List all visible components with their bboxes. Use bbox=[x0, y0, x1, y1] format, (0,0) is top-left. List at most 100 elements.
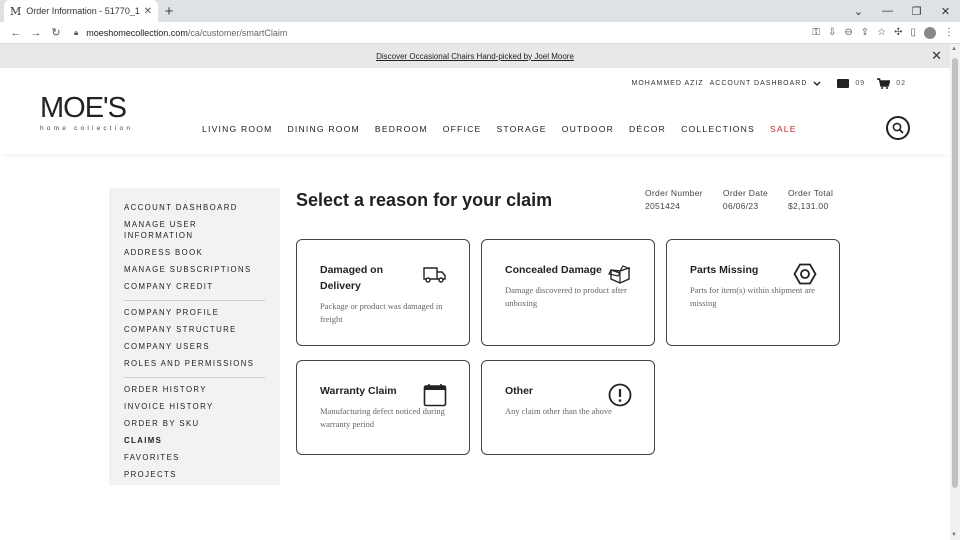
nav-decor[interactable]: DÉCOR bbox=[629, 124, 666, 134]
hex-nut-icon bbox=[793, 263, 817, 285]
sidebar-item-company-credit[interactable]: COMPANY CREDIT bbox=[124, 281, 265, 292]
nav-outdoor[interactable]: OUTDOOR bbox=[562, 124, 614, 134]
sidepanel-icon[interactable]: ▯ bbox=[910, 27, 916, 38]
account-sidebar: ACCOUNT DASHBOARD MANAGE USER INFORMATIO… bbox=[109, 188, 280, 485]
window-controls: ⌄ — ❐ ✕ bbox=[844, 0, 960, 22]
web-page: Discover Occasional Chairs Hand-picked b… bbox=[0, 44, 950, 540]
sidebar-item-projects[interactable]: PROJECTS bbox=[124, 469, 265, 480]
promo-link[interactable]: Discover Occasional Chairs Hand-picked b… bbox=[376, 52, 574, 61]
claim-card-description: Package or product was damaged in freigh… bbox=[320, 301, 443, 324]
profile-avatar[interactable] bbox=[924, 26, 936, 39]
nav-sale[interactable]: SALE bbox=[770, 124, 797, 134]
nav-storage[interactable]: STORAGE bbox=[496, 124, 546, 134]
sidebar-item-manage-user-information[interactable]: MANAGE USER INFORMATION bbox=[124, 219, 224, 241]
claim-card-other[interactable]: Other Any claim other than the above bbox=[481, 360, 655, 455]
page-scrollbar[interactable]: ▲ ▼ bbox=[950, 44, 960, 540]
claim-card-title: Other bbox=[505, 385, 534, 397]
sidebar-item-company-structure[interactable]: COMPANY STRUCTURE bbox=[124, 324, 265, 335]
extensions-icon[interactable]: ✣ bbox=[894, 27, 902, 38]
user-name: MOHAMMED AZIZ bbox=[631, 80, 704, 87]
menu-kebab-icon[interactable]: ⋮ bbox=[944, 27, 954, 38]
bookmark-star-icon[interactable]: ☆ bbox=[877, 27, 886, 38]
install-icon[interactable]: ⇩ bbox=[828, 27, 836, 38]
claim-card-parts-missing[interactable]: Parts Missing Parts for item(s) within s… bbox=[666, 239, 840, 346]
sidebar-item-account-dashboard[interactable]: ACCOUNT DASHBOARD bbox=[124, 202, 265, 213]
site-logo[interactable]: MOE'S home collection bbox=[40, 92, 134, 133]
reload-button[interactable]: ↻ bbox=[46, 26, 66, 39]
nav-dining-room[interactable]: DINING ROOM bbox=[288, 124, 360, 134]
alert-circle-icon bbox=[608, 383, 632, 407]
nav-office[interactable]: OFFICE bbox=[443, 124, 482, 134]
url-field[interactable]: 🔒︎ moeshomecollection.com/ca/customer/sm… bbox=[66, 24, 812, 42]
sidebar-item-address-book[interactable]: ADDRESS BOOK bbox=[124, 247, 265, 258]
sidebar-item-invoice-history[interactable]: INVOICE HISTORY bbox=[124, 401, 265, 412]
sidebar-divider bbox=[124, 300, 265, 301]
search-button[interactable] bbox=[886, 116, 910, 140]
scroll-down-icon[interactable]: ▼ bbox=[951, 532, 957, 538]
promo-close-icon[interactable]: ✕ bbox=[931, 48, 942, 64]
claim-card-description: Parts for item(s) within shipment are mi… bbox=[690, 285, 815, 308]
order-number-block: Order Number 2051424 bbox=[645, 188, 703, 211]
sidebar-item-order-by-sku[interactable]: ORDER BY SKU bbox=[124, 418, 265, 429]
site-header: MOE'S home collection MOHAMMED AZIZ ACCO… bbox=[0, 68, 950, 154]
open-box-icon bbox=[608, 265, 631, 284]
sidebar-item-company-profile[interactable]: COMPANY PROFILE bbox=[124, 307, 265, 318]
claim-card-title: Concealed Damage bbox=[505, 264, 602, 276]
claim-content: Select a reason for your claim bbox=[296, 188, 552, 211]
sidebar-item-favorites[interactable]: FAVORITES bbox=[124, 452, 265, 463]
promo-banner: Discover Occasional Chairs Hand-picked b… bbox=[0, 44, 950, 68]
cart-icon[interactable] bbox=[877, 78, 891, 89]
scrollbar-thumb[interactable] bbox=[952, 58, 958, 488]
nav-collections[interactable]: COLLECTIONS bbox=[681, 124, 755, 134]
favicon-icon: M bbox=[10, 4, 22, 18]
forward-button[interactable]: → bbox=[26, 27, 46, 39]
restore-button[interactable]: ❐ bbox=[902, 5, 931, 18]
sidebar-item-order-history[interactable]: ORDER HISTORY bbox=[124, 384, 265, 395]
sidebar-item-manage-subscriptions[interactable]: MANAGE SUBSCRIPTIONS bbox=[124, 264, 265, 275]
tab-search-icon[interactable]: ⌄ bbox=[844, 5, 873, 18]
new-tab-button[interactable]: + bbox=[158, 0, 180, 22]
claim-card-title: Warranty Claim bbox=[320, 385, 397, 397]
nav-bedroom[interactable]: BEDROOM bbox=[375, 124, 428, 134]
sidebar-divider bbox=[124, 377, 265, 378]
tab-close-icon[interactable]: ✕ bbox=[144, 6, 152, 17]
chevron-down-icon[interactable] bbox=[813, 81, 821, 87]
sidebar-item-company-users[interactable]: COMPANY USERS bbox=[124, 341, 265, 352]
lock-icon[interactable]: 🔒︎ bbox=[74, 28, 78, 38]
folder-count: 09 bbox=[855, 80, 866, 87]
key-icon[interactable]: ⚿ bbox=[812, 27, 820, 38]
browser-tab[interactable]: M Order Information - 51770_1 - M ✕ bbox=[4, 0, 158, 22]
nav-living-room[interactable]: LIVING ROOM bbox=[202, 124, 273, 134]
minimize-button[interactable]: — bbox=[873, 5, 902, 17]
order-date-label: Order Date bbox=[722, 188, 768, 198]
claim-card-title: Parts Missing bbox=[690, 264, 759, 276]
truck-icon bbox=[423, 267, 446, 283]
sidebar-item-roles-and-permissions[interactable]: ROLES AND PERMISSIONS bbox=[124, 358, 265, 369]
browser-toolbar-icons: ⚿ ⇩ ⊖ ⇪ ☆ ✣ ▯ ⋮ bbox=[812, 26, 954, 39]
claim-card-concealed-damage[interactable]: Concealed Damage Damage discovered to pr… bbox=[481, 239, 655, 346]
account-dashboard-link[interactable]: ACCOUNT DASHBOARD bbox=[710, 80, 808, 87]
browser-tab-bar: M Order Information - 51770_1 - M ✕ + ⌄ … bbox=[0, 0, 960, 22]
claim-card-title: Damaged on Delivery bbox=[320, 264, 384, 292]
order-total-block: Order Total $2,131.00 bbox=[788, 188, 833, 211]
share-icon[interactable]: ⇪ bbox=[861, 27, 869, 38]
logo-tagline: home collection bbox=[40, 125, 134, 132]
search-icon bbox=[892, 122, 904, 134]
zoom-icon[interactable]: ⊖ bbox=[844, 27, 852, 38]
tab-title: Order Information - 51770_1 - M bbox=[26, 6, 140, 16]
logo-wordmark: MOE'S bbox=[40, 92, 127, 124]
scroll-up-icon[interactable]: ▲ bbox=[951, 46, 957, 52]
order-date-block: Order Date 06/06/23 bbox=[723, 188, 768, 211]
back-button[interactable]: ← bbox=[6, 27, 26, 39]
order-total-label: Order Total bbox=[787, 188, 834, 198]
order-total-value: $2,131.00 bbox=[787, 201, 829, 211]
url-host: moeshomecollection.com bbox=[86, 27, 188, 38]
sidebar-item-claims[interactable]: CLAIMS bbox=[124, 435, 265, 446]
order-number-label: Order Number bbox=[645, 188, 703, 198]
folder-icon[interactable] bbox=[837, 79, 850, 88]
claim-card-damaged-on-delivery[interactable]: Damaged on Delivery Package or product w… bbox=[296, 239, 470, 346]
claim-card-warranty-claim[interactable]: Warranty Claim Manufacturing defect noti… bbox=[296, 360, 470, 455]
close-window-button[interactable]: ✕ bbox=[931, 5, 960, 18]
order-summary: Order Number 2051424 Order Date 06/06/23… bbox=[645, 188, 833, 211]
calendar-icon bbox=[423, 384, 447, 407]
